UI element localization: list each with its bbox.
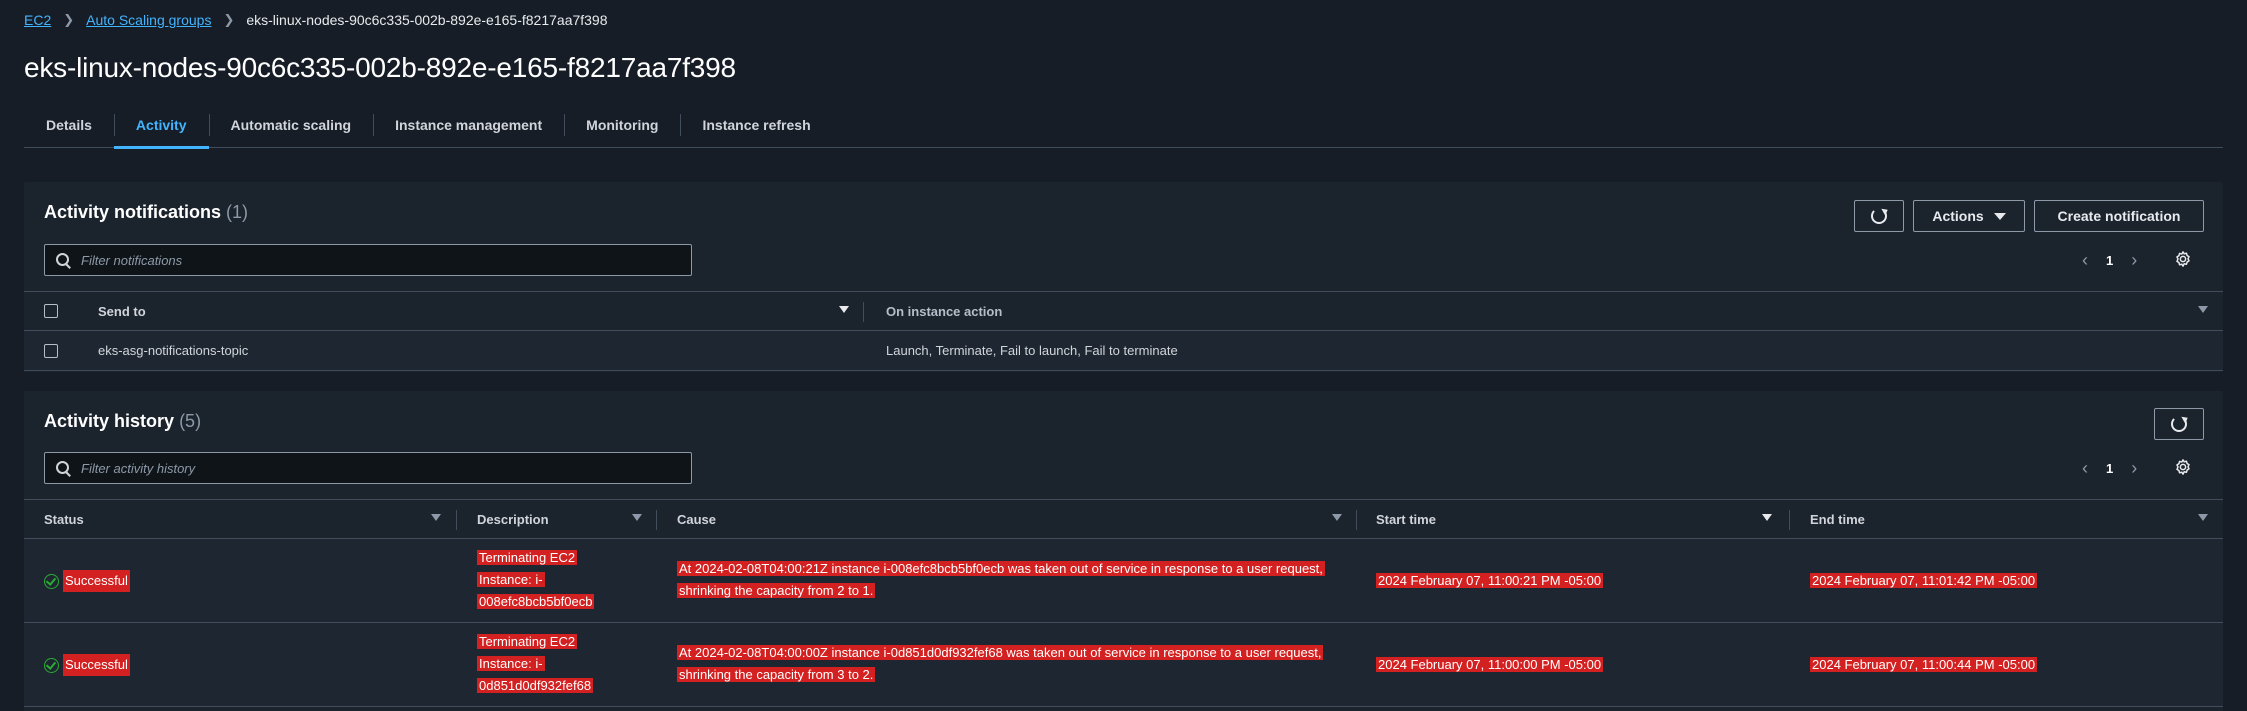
table-row[interactable]: Successful Terminating EC2 Instance: i-0… [24, 623, 2223, 707]
col-end-time[interactable]: End time [1810, 500, 1865, 539]
history-filter-input[interactable] [81, 460, 661, 476]
sort-icon[interactable] [632, 514, 642, 521]
table-row[interactable]: eks-asg-notifications-topic Launch, Term… [24, 331, 2223, 371]
chevron-right-icon: ❯ [223, 12, 235, 27]
chevron-left-icon[interactable]: ‹ [2082, 250, 2088, 271]
create-notification-label: Create notification [2057, 208, 2181, 224]
create-notification-button[interactable]: Create notification [2034, 200, 2204, 232]
instance-action-cell: Launch, Terminate, Fail to launch, Fail … [886, 343, 1178, 358]
notifications-refresh-button[interactable] [1854, 200, 1904, 232]
sort-icon[interactable] [431, 514, 441, 521]
refresh-icon [1871, 208, 1887, 224]
sort-desc-icon[interactable] [1762, 514, 1772, 521]
col-send-to[interactable]: Send to [98, 292, 146, 331]
history-title: Activity history [44, 411, 175, 431]
history-count: (5) [179, 411, 202, 431]
tab-details[interactable]: Details [24, 102, 114, 148]
tab-bar: Details Activity Automatic scaling Insta… [24, 102, 2223, 149]
actions-button-label: Actions [1932, 208, 1984, 224]
settings-gear-icon[interactable] [2174, 458, 2192, 476]
select-all-checkbox[interactable] [44, 304, 58, 318]
description-cell: Terminating EC2 Instance: i-008efc8bcb5b… [477, 550, 595, 609]
status-cell: Successful [44, 570, 130, 592]
sort-icon[interactable] [2198, 514, 2208, 521]
history-refresh-button[interactable] [2154, 408, 2204, 440]
row-checkbox[interactable] [44, 344, 58, 358]
success-check-icon [44, 573, 59, 589]
notifications-table-header: Send to On instance action [24, 291, 2223, 331]
end-time-cell: 2024 February 07, 11:01:42 PM -05:00 [1810, 573, 2038, 588]
history-heading: Activity history (5) [44, 411, 201, 432]
column-divider [1356, 510, 1357, 530]
sort-desc-icon[interactable] [839, 306, 849, 313]
sort-icon[interactable] [1332, 514, 1342, 521]
tab-activity[interactable]: Activity [113, 102, 209, 149]
column-divider [456, 510, 457, 530]
description-cell: Terminating EC2 Instance: i-0d851d0df932… [477, 634, 594, 693]
column-divider [863, 302, 864, 322]
search-icon [55, 460, 71, 476]
activity-history-panel: Activity history (5) ‹ 1 › Status Descri… [24, 391, 2223, 711]
tab-monitoring[interactable]: Monitoring [564, 102, 680, 148]
tab-instance-management[interactable]: Instance management [373, 102, 564, 148]
cause-cell: At 2024-02-08T04:00:00Z instance i-0d851… [677, 645, 1324, 682]
notifications-filter[interactable] [44, 244, 692, 276]
chevron-right-icon[interactable]: › [2131, 458, 2137, 479]
status-cell: Successful [44, 654, 130, 676]
col-cause[interactable]: Cause [677, 500, 716, 539]
end-time-cell: 2024 February 07, 11:00:44 PM -05:00 [1810, 657, 2038, 672]
table-row[interactable]: Successful Terminating EC2 Instance: i-0… [24, 539, 2223, 623]
notifications-heading: Activity notifications (1) [44, 202, 248, 223]
col-start-time[interactable]: Start time [1376, 500, 1436, 539]
col-on-instance-action[interactable]: On instance action [886, 292, 1002, 331]
activity-notifications-panel: Activity notifications (1) Actions Creat… [24, 182, 2223, 372]
tab-instance-refresh[interactable]: Instance refresh [680, 102, 832, 148]
cause-cell: At 2024-02-08T04:00:21Z instance i-008ef… [677, 561, 1325, 598]
tab-automatic-scaling[interactable]: Automatic scaling [208, 102, 374, 148]
status-text: Successful [63, 654, 130, 676]
chevron-left-icon[interactable]: ‹ [2082, 458, 2088, 479]
search-icon [55, 252, 71, 268]
sort-icon[interactable] [2198, 306, 2208, 313]
notifications-pagination: ‹ 1 › [2082, 250, 2137, 271]
column-divider [656, 510, 657, 530]
col-status[interactable]: Status [44, 500, 84, 539]
start-time-cell: 2024 February 07, 11:00:00 PM -05:00 [1376, 657, 1604, 672]
column-divider [1789, 510, 1790, 530]
caret-down-icon [1993, 212, 2006, 220]
breadcrumb-current: eks-linux-nodes-90c6c335-002b-892e-e165-… [246, 12, 608, 28]
breadcrumb-asg-link[interactable]: Auto Scaling groups [86, 12, 211, 28]
history-pagination: ‹ 1 › [2082, 458, 2137, 479]
notifications-page-number[interactable]: 1 [2106, 253, 2113, 268]
notifications-table: Send to On instance action eks-asg-notif… [24, 291, 2223, 371]
col-description[interactable]: Description [477, 500, 549, 539]
chevron-right-icon[interactable]: › [2131, 250, 2137, 271]
status-text: Successful [63, 570, 130, 592]
chevron-right-icon: ❯ [63, 12, 75, 27]
history-table: Status Description Cause Start time End … [24, 499, 2223, 707]
page-title: eks-linux-nodes-90c6c335-002b-892e-e165-… [24, 52, 736, 83]
actions-button[interactable]: Actions [1913, 200, 2025, 232]
start-time-cell: 2024 February 07, 11:00:21 PM -05:00 [1376, 573, 1604, 588]
send-to-cell: eks-asg-notifications-topic [98, 343, 249, 358]
history-filter[interactable] [44, 452, 692, 484]
notifications-filter-input[interactable] [81, 252, 661, 268]
settings-gear-icon[interactable] [2174, 250, 2192, 268]
refresh-icon [2171, 416, 2187, 432]
notifications-title: Activity notifications [44, 202, 222, 222]
history-page-number[interactable]: 1 [2106, 461, 2113, 476]
breadcrumb-ec2-link[interactable]: EC2 [24, 12, 51, 28]
notifications-count: (1) [226, 202, 249, 222]
history-table-header: Status Description Cause Start time End … [24, 499, 2223, 539]
breadcrumb: EC2 ❯ Auto Scaling groups ❯ eks-linux-no… [24, 12, 608, 28]
success-check-icon [44, 657, 59, 673]
